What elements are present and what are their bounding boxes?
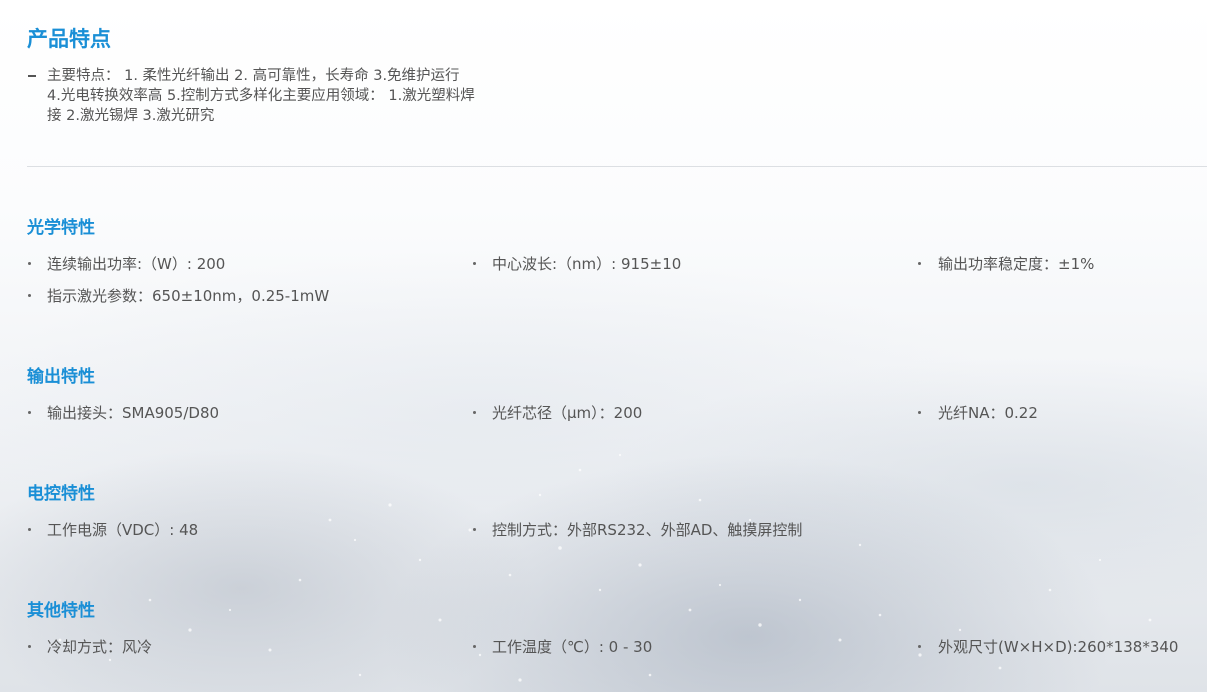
- spec-item: 冷却方式：风冷: [47, 638, 153, 656]
- spec-item: 输出接头：SMA905/D80: [47, 404, 220, 422]
- section-divider: [27, 166, 1207, 167]
- bullet-icon: [473, 262, 476, 265]
- section-title-output: 输出特性: [27, 367, 95, 387]
- spec-item: 连续输出功率:（W）: 200: [47, 255, 226, 273]
- spec-item: 工作电源（VDC）: 48: [47, 521, 199, 539]
- section-title-electrical: 电控特性: [27, 484, 95, 504]
- bullet-icon: [918, 645, 921, 648]
- bullet-icon: [918, 262, 921, 265]
- spec-item: 工作温度（℃）: 0 - 30: [492, 638, 653, 656]
- bullet-icon: [28, 645, 31, 648]
- product-features-text: 主要特点： 1. 柔性光纤输出 2. 高可靠性，长寿命 3.免维护运行 4.光电…: [47, 68, 475, 124]
- spec-item: 光纤NA：0.22: [938, 404, 1038, 422]
- section-title-other: 其他特性: [27, 601, 95, 621]
- spec-item: 指示激光参数：650±10nm，0.25-1mW: [47, 287, 330, 305]
- spec-item: 光纤芯径（μm）：200: [492, 404, 643, 422]
- spec-item: 控制方式：外部RS232、外部AD、触摸屏控制: [492, 521, 803, 539]
- bullet-icon: [473, 411, 476, 414]
- spec-item: 输出功率稳定度：±1%: [938, 255, 1095, 273]
- bullet-icon: [473, 645, 476, 648]
- product-features-title: 产品特点: [27, 27, 111, 51]
- spec-item: 外观尺寸(W×H×D):260*138*340: [938, 638, 1179, 656]
- bullet-icon: [28, 411, 31, 414]
- spec-item: 中心波长:（nm）: 915±10: [492, 255, 682, 273]
- section-title-optical: 光学特性: [27, 218, 95, 238]
- bullet-icon: [28, 528, 31, 531]
- bullet-icon: [918, 411, 921, 414]
- product-spec-page: 产品特点 主要特点： 1. 柔性光纤输出 2. 高可靠性，长寿命 3.免维护运行…: [0, 0, 1207, 692]
- bullet-icon: [473, 528, 476, 531]
- bullet-icon: [28, 262, 31, 265]
- dash-bullet-icon: [28, 75, 36, 77]
- bullet-icon: [28, 294, 31, 297]
